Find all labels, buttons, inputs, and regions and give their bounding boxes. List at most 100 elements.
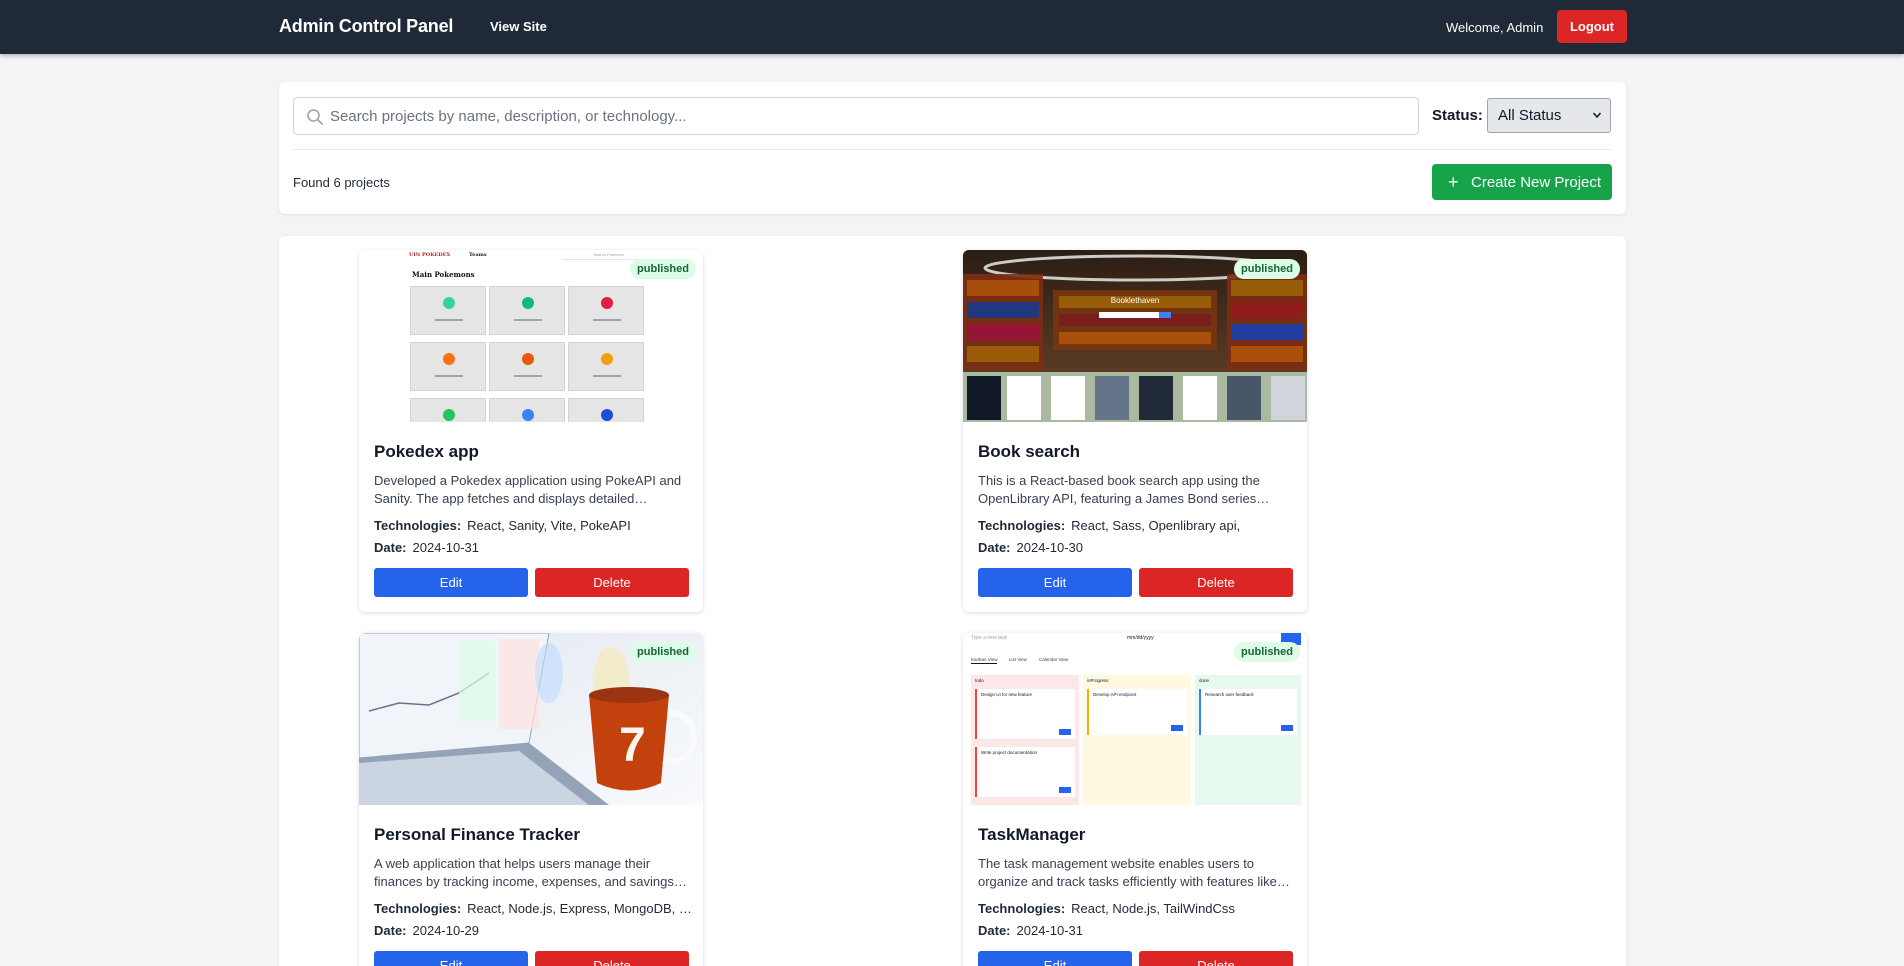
status-label: Status: <box>1432 107 1483 124</box>
technologies-value: React, Sass, Openlibrary api, <box>1071 518 1241 533</box>
thumb-column-inprogress: inProgress Develop API endpoint <box>1083 675 1191 805</box>
edit-button[interactable]: Edit <box>374 568 528 597</box>
create-project-button[interactable]: + Create New Project <box>1432 164 1612 200</box>
thumb-task-card-title: Write project documentation <box>981 750 1037 755</box>
thumb-column-todo: todo Design UI for new feature Write pro… <box>971 675 1079 805</box>
technologies-value: React, Node.js, TailWindCss <box>1071 901 1235 916</box>
status-select-value: All Status <box>1498 107 1562 124</box>
thumb-task-card-title: Design UI for new feature <box>981 692 1033 697</box>
project-date: Date: 2024-10-29 <box>374 923 479 938</box>
thumb-book-logo: Booklethaven <box>1111 296 1159 305</box>
project-title: TaskManager <box>978 825 1086 844</box>
logout-button[interactable]: Logout <box>1557 10 1627 43</box>
thumb-tile <box>489 286 565 335</box>
chevron-down-icon <box>1592 112 1602 119</box>
thumb-task-tab: Calendar View <box>1039 657 1069 662</box>
technologies-value: React, Sanity, Vite, PokeAPI <box>467 518 631 533</box>
edit-button[interactable]: Edit <box>374 951 528 966</box>
project-technologies: Technologies: React, Sanity, Vite, PokeAP… <box>374 518 692 533</box>
thumb-task-card: Research user feedback <box>1199 689 1297 735</box>
welcome-text: Welcome, Admin <box>1446 20 1544 35</box>
status-badge: published <box>630 259 696 279</box>
status-select[interactable]: All Status <box>1487 98 1611 133</box>
thumb-task-card: Write project documentation <box>975 747 1075 797</box>
search-box[interactable] <box>293 97 1419 135</box>
thumb-tile <box>568 286 644 335</box>
project-card-pokedex: UIN POKEDEX Teams Search Pokemon Main Po… <box>359 250 703 612</box>
technologies-label: Technologies: <box>374 518 462 533</box>
date-value: 2024-10-30 <box>1016 540 1084 555</box>
thumb-pokedex-brand: UIN POKEDEX <box>409 252 451 258</box>
project-description: A web application that helps users manag… <box>374 856 687 889</box>
status-badge: published <box>1234 259 1300 279</box>
thumb-pokedex-heading: Main Pokemons <box>412 270 475 279</box>
thumb-tile <box>568 398 644 422</box>
project-thumbnail[interactable]: Booklethaven published <box>963 250 1307 422</box>
thumb-tile <box>489 342 565 391</box>
technologies-label: Technologies: <box>978 518 1066 533</box>
delete-button[interactable]: Delete <box>1139 568 1293 597</box>
project-title: Personal Finance Tracker <box>374 825 580 844</box>
technologies-label: Technologies: <box>374 901 462 916</box>
thumb-task-card-title: Research user feedback <box>1205 692 1254 697</box>
thumb-task-card-title: Develop API endpoint <box>1093 692 1137 697</box>
thumb-tile <box>410 342 486 391</box>
project-technologies: Technologies: React, Node.js, Express, Mo… <box>374 901 692 916</box>
thumb-pokedex-nav: Teams <box>469 252 487 258</box>
search-input[interactable] <box>330 98 1410 134</box>
thumb-column-title: todo <box>975 678 984 683</box>
thumb-task-tab: Kanban View <box>971 657 998 664</box>
thumb-task-date: mm/dd/yyyy <box>1127 635 1154 641</box>
thumb-column-done: done Research user feedback <box>1195 675 1301 805</box>
date-label: Date: <box>978 540 1011 555</box>
project-thumbnail[interactable]: 7 published <box>359 633 703 805</box>
project-card-book-search: Booklethaven published Book search This … <box>963 250 1307 612</box>
project-technologies: Technologies: React, Node.js, TailWindCss <box>978 901 1296 916</box>
delete-button[interactable]: Delete <box>1139 951 1293 966</box>
top-navbar: Admin Control Panel View Site Welcome, A… <box>0 0 1904 54</box>
status-badge: published <box>1234 642 1300 662</box>
search-icon <box>307 109 323 125</box>
project-title: Pokedex app <box>374 442 479 461</box>
thumb-task-tab: List View <box>1009 657 1027 662</box>
edit-button[interactable]: Edit <box>978 568 1132 597</box>
thumb-tile <box>410 286 486 335</box>
thumb-task-input: Type a new task <box>971 635 1008 641</box>
projects-panel: UIN POKEDEX Teams Search Pokemon Main Po… <box>279 236 1626 966</box>
date-label: Date: <box>374 923 407 938</box>
filter-panel: Status: All Status Found 6 projects + Cr… <box>279 82 1626 214</box>
project-thumbnail[interactable]: Type a new task mm/dd/yyyy Kanban View L… <box>963 633 1307 805</box>
delete-button[interactable]: Delete <box>535 951 689 966</box>
create-project-label: Create New Project <box>1471 174 1602 191</box>
project-date: Date: 2024-10-30 <box>978 540 1083 555</box>
project-description: This is a React-based book search app us… <box>978 473 1270 506</box>
date-value: 2024-10-29 <box>412 923 480 938</box>
view-site-link[interactable]: View Site <box>490 19 547 34</box>
app-brand[interactable]: Admin Control Panel <box>279 16 453 37</box>
project-date: Date: 2024-10-31 <box>978 923 1083 938</box>
thumb-tile <box>568 342 644 391</box>
result-count: Found 6 projects <box>293 175 390 190</box>
technologies-value: React, Node.js, Express, MongoDB, … <box>467 901 692 916</box>
project-description: The task management website enables user… <box>978 856 1290 889</box>
date-label: Date: <box>374 540 407 555</box>
divider <box>293 149 1611 150</box>
project-thumbnail[interactable]: UIN POKEDEX Teams Search Pokemon Main Po… <box>359 250 703 422</box>
thumb-column-title: done <box>1199 678 1210 683</box>
delete-button[interactable]: Delete <box>535 568 689 597</box>
project-card-finance-tracker: 7 published Personal Finance Tracker A w… <box>359 633 703 966</box>
status-badge: published <box>630 642 696 662</box>
thumb-tile <box>410 398 486 422</box>
edit-button[interactable]: Edit <box>978 951 1132 966</box>
thumb-task-card: Develop API endpoint <box>1087 689 1187 735</box>
thumb-task-card: Design UI for new feature <box>975 689 1075 739</box>
date-value: 2024-10-31 <box>412 540 480 555</box>
thumb-mug-number: 7 <box>619 719 646 772</box>
project-card-taskmanager: Type a new task mm/dd/yyyy Kanban View L… <box>963 633 1307 966</box>
date-value: 2024-10-31 <box>1016 923 1084 938</box>
project-date: Date: 2024-10-31 <box>374 540 479 555</box>
technologies-label: Technologies: <box>978 901 1066 916</box>
thumb-tile <box>489 398 565 422</box>
plus-icon: + <box>1448 172 1459 192</box>
thumb-column-title: inProgress <box>1087 678 1109 683</box>
